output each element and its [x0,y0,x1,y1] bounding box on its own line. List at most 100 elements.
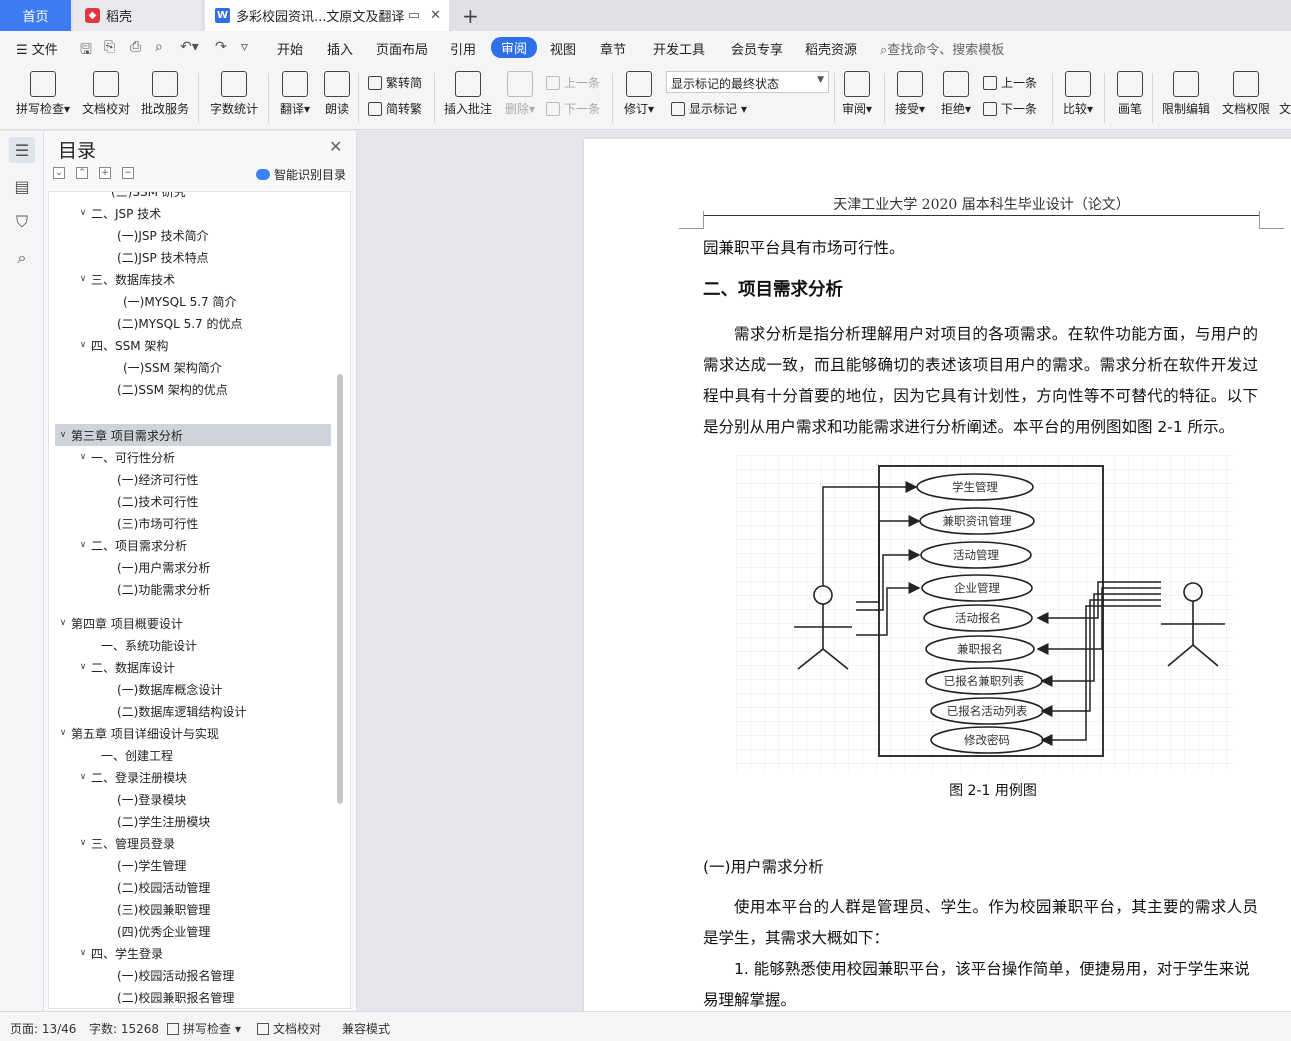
accept-button[interactable]: 接受▾ [892,71,928,117]
close-icon[interactable]: ✕ [430,8,441,23]
toc-item[interactable]: (一)登录模块 [55,788,331,810]
spell-check-button[interactable]: 拼写检查▾ [12,71,74,117]
page-indicator[interactable]: 页面: 13/46 [10,1020,76,1037]
redo-icon[interactable]: ↷ [215,39,227,55]
compare-button[interactable]: 比较▾ [1060,71,1096,117]
toc-icon[interactable]: ☰ [9,137,35,163]
close-icon[interactable]: ✕ [329,137,342,156]
toc-item[interactable]: 一、系统功能设计 [55,634,331,656]
toc-item[interactable]: ∨ 四、学生登录 [55,942,331,964]
add-level-icon[interactable]: + [99,167,111,179]
doc-cut-button[interactable]: 文 [1278,71,1291,117]
batch-service-button[interactable]: 批改服务 [140,71,190,117]
export-icon[interactable]: ⎘ [104,39,115,55]
menu-review[interactable]: 审阅 [491,37,538,58]
status-doc-proof[interactable]: 文档校对 [257,1020,321,1037]
restrict-edit-button[interactable]: 限制编辑 [1160,71,1212,117]
prev-change-button[interactable]: 上一条 [983,74,1037,91]
remove-level-icon[interactable]: − [122,167,134,179]
toc-item[interactable]: ∨ 三、管理员登录 [55,832,331,854]
chevron-down-icon[interactable]: ∨ [75,452,91,462]
toc-item[interactable]: (二)技术可行性 [55,490,331,512]
chevron-down-icon[interactable]: ∨ [75,838,91,848]
toc-item[interactable]: (一)数据库概念设计 [55,678,331,700]
tab-document[interactable]: W 多彩校园资讯...文原文及翻译 ▭ ✕ [205,0,449,31]
delete-comment-button[interactable]: 删除▾ [500,71,540,117]
toc-item[interactable]: ∨ 第五章 项目详细设计与实现 [55,722,331,744]
smart-toc-button[interactable]: 智能识别目录 [256,166,346,183]
preview-icon[interactable]: ⌕ [155,39,163,55]
reject-button[interactable]: 拒绝▾ [938,71,974,117]
undo-icon[interactable]: ↶▾ [180,39,199,55]
toc-item[interactable]: (二)功能需求分析 [55,578,331,600]
toc-item[interactable]: ∨ 二、登录注册模块 [55,766,331,788]
toc-item[interactable]: (一)MYSQL 5.7 简介 [55,290,331,312]
menu-developer[interactable]: 开发工具 [653,39,705,58]
toc-item[interactable]: (二)校园活动管理 [55,876,331,898]
toc-item[interactable]: 一、创建工程 [55,744,331,766]
chevron-down-icon[interactable]: ∨ [55,728,71,738]
save-icon[interactable]: 🖫 [80,39,92,63]
chevron-down-icon[interactable]: ∨ [55,618,71,628]
toc-scrollbar[interactable] [337,374,343,804]
toc-item[interactable]: (二)校园兼职报名管理 [55,986,331,1008]
markup-mode-select[interactable]: 显示标记的最终状态 ▼ [666,71,829,93]
file-menu[interactable]: ☰ 文件 [16,39,58,58]
track-changes-button[interactable]: 修订▾ [620,71,658,117]
menu-start[interactable]: 开始 [277,39,303,58]
expand-all-icon[interactable]: ⌃ [76,167,88,179]
trad-to-simp-button[interactable]: 繁转简 [368,74,422,91]
toc-item[interactable]: (二)JSP 技术特点 [55,246,331,268]
print-icon[interactable]: ⎙ [130,39,141,55]
toc-item[interactable]: ∨ 第四章 项目概要设计 [55,612,331,634]
toc-item[interactable]: (四)优秀企业管理 [55,920,331,942]
chevron-down-icon[interactable]: ∨ [75,772,91,782]
toc-item[interactable]: (一)JSP 技术简介 [55,224,331,246]
simp-to-trad-button[interactable]: 简转繁 [368,100,422,117]
menu-member[interactable]: 会员专享 [731,39,783,58]
tab-daoke[interactable]: ◆ 稻壳 [73,0,201,31]
read-aloud-button[interactable]: 朗读 [322,71,352,117]
menu-section[interactable]: 章节 [600,39,626,58]
word-count[interactable]: 字数: 15268 [89,1020,159,1037]
toc-item[interactable]: ∨ 第三章 项目需求分析 [55,424,331,446]
chevron-down-icon[interactable]: ∨ [75,208,91,218]
next-change-button[interactable]: 下一条 [983,100,1037,117]
doc-proof-button[interactable]: 文档校对 [80,71,132,117]
collapse-all-icon[interactable]: ⌄ [53,167,65,179]
chevron-down-icon[interactable]: ∨ [75,540,91,550]
menu-insert[interactable]: 插入 [327,39,353,58]
toc-item[interactable]: (一)用户需求分析 [55,556,331,578]
toc-item[interactable]: (三)市场可行性 [55,512,331,534]
show-markup-button[interactable]: 显示标记 ▾ [671,100,747,117]
toc-item[interactable]: ∨ 二、数据库设计 [55,656,331,678]
chevron-down-icon[interactable]: ∨ [75,340,91,350]
chevron-down-icon[interactable]: ∨ [75,274,91,284]
new-tab-icon[interactable]: + [462,4,479,28]
toc-item[interactable]: (三)校园兼职管理 [55,898,331,920]
bookmark-icon[interactable]: ⛉ [9,209,35,235]
word-count-button[interactable]: 字数统计 [209,71,259,117]
toc-item[interactable]: (二)MYSQL 5.7 的优点 [55,312,331,334]
doc-permission-button[interactable]: 文档权限 [1220,71,1272,117]
toc-item[interactable]: ∨ 四、SSM 架构 [55,334,331,356]
command-search[interactable]: ⌕查找命令、搜索模板 [880,39,1004,58]
review-pane-button[interactable]: 审阅▾ [839,71,875,117]
ink-button[interactable]: 画笔 [1114,71,1146,117]
menu-daoke-resources[interactable]: 稻壳资源 [805,39,857,58]
menu-view[interactable]: 视图 [550,39,576,58]
menu-reference[interactable]: 引用 [450,39,476,58]
translate-button[interactable]: 翻译▾ [277,71,313,117]
toc-item[interactable]: (一)SSM 架构简介 [55,356,331,378]
toc-item[interactable]: ∨ 二、项目需求分析 [55,534,331,556]
toc-item[interactable]: ∨ 一、可行性分析 [55,446,331,468]
toc-item[interactable]: (一)经济可行性 [55,468,331,490]
insert-comment-button[interactable]: 插入批注 [442,71,494,117]
monitor-icon[interactable]: ▭ [408,8,420,23]
prev-comment-button[interactable]: 上一条 [546,74,600,91]
chapter-icon[interactable]: ▤ [9,173,35,199]
toc-item[interactable]: (二)数据库逻辑结构设计 [55,700,331,722]
chevron-down-icon[interactable]: ∨ [75,948,91,958]
toc-item[interactable]: (三)SSM 研究 [55,192,331,202]
toc-item[interactable]: (一)学生管理 [55,854,331,876]
